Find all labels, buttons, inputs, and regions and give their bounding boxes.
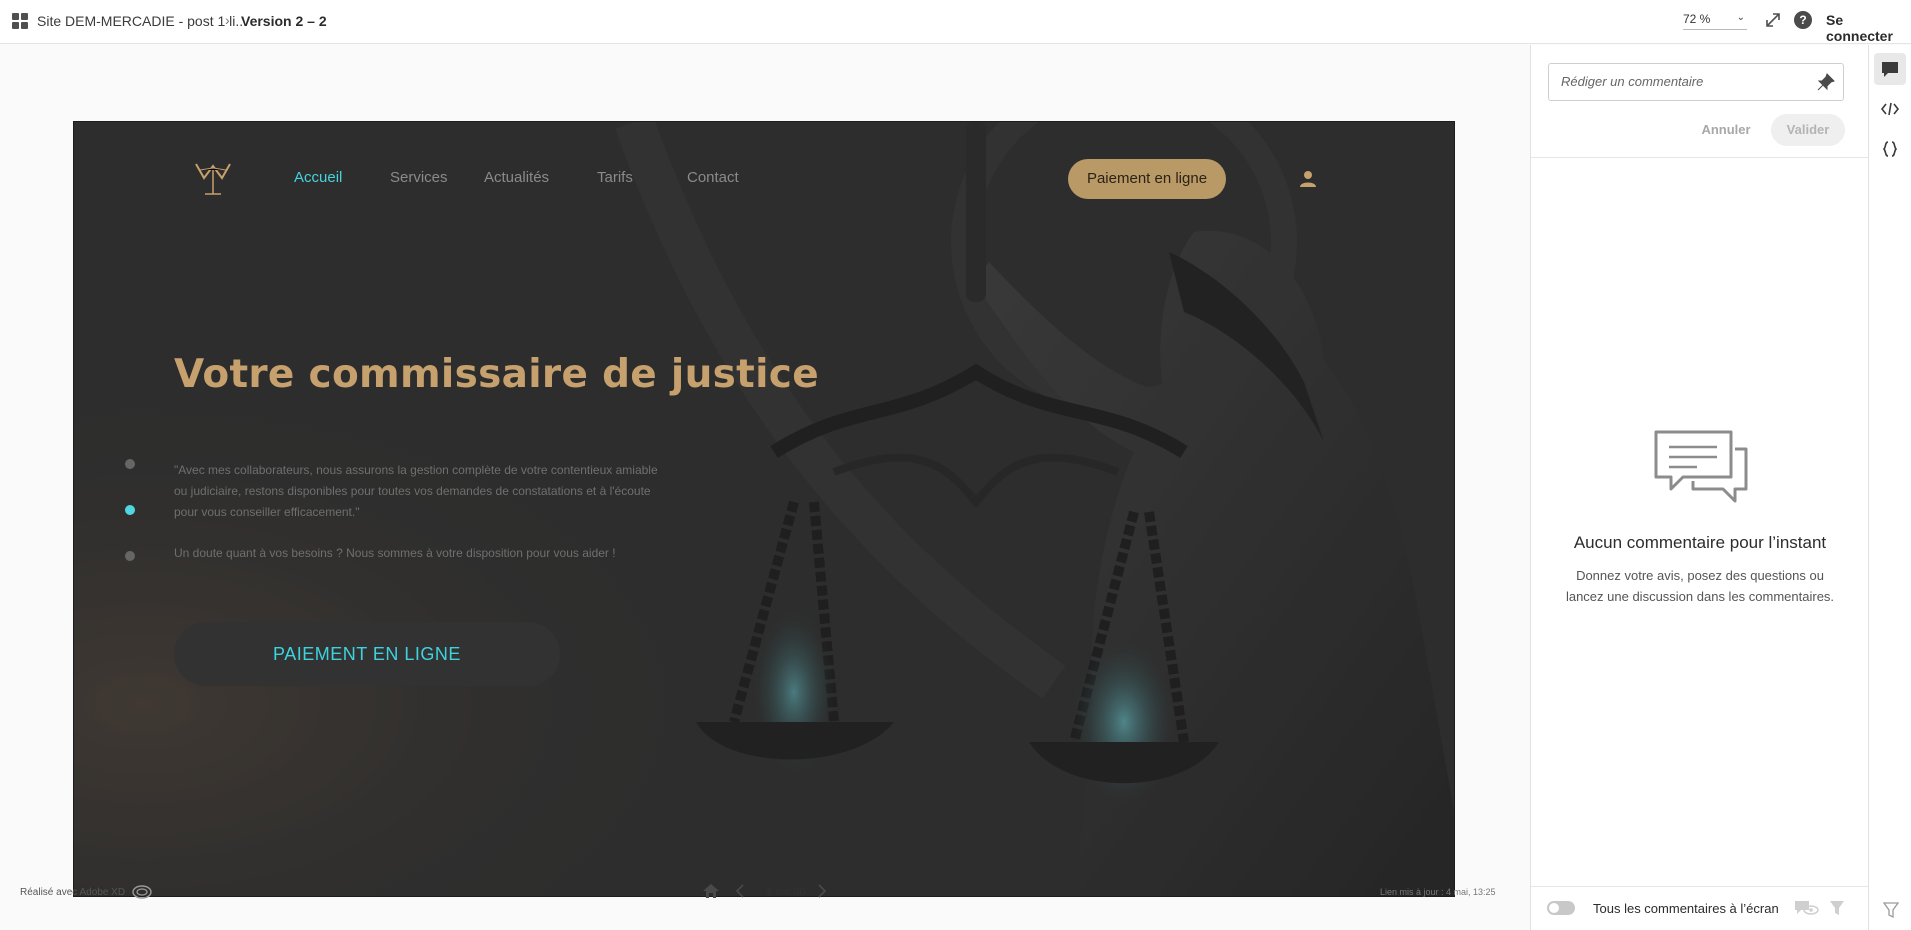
chevron-down-icon: ⌄: [1736, 12, 1745, 23]
nav-item-actualites[interactable]: Actualités: [484, 169, 549, 186]
divider: [1531, 157, 1869, 158]
validate-button[interactable]: Valider: [1771, 114, 1845, 146]
zoom-value: 72 %: [1683, 12, 1711, 26]
comments-panel: Rédiger un commentaire Annuler Valider A…: [1530, 45, 1869, 930]
right-rail: [1868, 45, 1911, 930]
empty-state-title: Aucun commentaire pour l’instant: [1573, 533, 1827, 552]
creative-cloud-icon: [132, 885, 152, 899]
version-label: Version 2 – 2: [241, 13, 327, 29]
toggle-label: Tous les commentaires à l’écran: [1593, 901, 1779, 916]
artboard-home[interactable]: Accueil Services Actualités Tarifs Conta…: [73, 121, 1455, 897]
nav-item-accueil[interactable]: Accueil: [294, 169, 342, 186]
filter-icon[interactable]: [1829, 899, 1845, 917]
comments-footer: Tous les commentaires à l’écran: [1531, 886, 1869, 930]
site-nav: Accueil Services Actualités Tarifs Conta…: [74, 122, 1454, 232]
top-bar: Site DEM-MERCADIE - post 1 li... › Versi…: [0, 0, 1911, 44]
pin-icon[interactable]: [1817, 73, 1835, 91]
comment-icon: [1882, 62, 1898, 77]
hero-quote: "Avec mes collaborateurs, nous assurons …: [174, 463, 658, 519]
slider-dot-1[interactable]: [125, 459, 135, 469]
apps-grid-icon[interactable]: [12, 13, 28, 29]
document-name[interactable]: Site DEM-MERCADIE - post 1 li...: [37, 13, 247, 29]
empty-comments-icon: [1654, 430, 1748, 503]
nav-item-tarifs[interactable]: Tarifs: [597, 169, 633, 186]
page-indicator: 1 sur 30: [766, 886, 806, 898]
breadcrumb-separator: ›: [225, 12, 230, 28]
rail-code-button[interactable]: [1874, 93, 1906, 125]
empty-state-description: Donnez votre avis, posez des questions o…: [1565, 568, 1835, 604]
slider-dot-3[interactable]: [125, 551, 135, 561]
code-icon: [1881, 102, 1899, 116]
rail-specs-button[interactable]: [1874, 133, 1906, 165]
hero-payment-button[interactable]: PAIEMENT EN LIGNE: [174, 622, 560, 686]
nav-item-contact[interactable]: Contact: [687, 169, 739, 186]
help-icon[interactable]: ?: [1794, 11, 1812, 29]
logo-icon[interactable]: [192, 156, 234, 198]
artboard-stage: Accueil Services Actualités Tarifs Conta…: [0, 45, 1530, 897]
filter-icon[interactable]: [1883, 901, 1899, 919]
rail-comments-button[interactable]: [1874, 53, 1906, 85]
adobe-xd-credit[interactable]: Réalisé avec Adobe XD: [20, 887, 125, 898]
nav-item-services[interactable]: Services: [390, 169, 448, 186]
slider-dot-2[interactable]: [125, 505, 135, 515]
cancel-button[interactable]: Annuler: [1691, 114, 1761, 146]
show-all-comments-toggle[interactable]: [1547, 901, 1575, 915]
hide-comments-icon[interactable]: [1793, 899, 1819, 917]
user-icon[interactable]: [1299, 170, 1317, 188]
comment-input-placeholder: Rédiger un commentaire: [1561, 74, 1704, 89]
chevron-left-icon[interactable]: [734, 883, 746, 899]
home-icon[interactable]: [702, 882, 720, 900]
chevron-right-icon[interactable]: [816, 883, 828, 899]
comment-input[interactable]: Rédiger un commentaire: [1548, 63, 1844, 101]
zoom-select[interactable]: 72 % ⌄: [1683, 12, 1747, 30]
braces-icon: [1882, 141, 1898, 157]
fullscreen-icon[interactable]: [1764, 11, 1782, 29]
last-updated: Lien mis à jour : 4 mai, 13:25: [1380, 887, 1496, 897]
hero-title: Votre commissaire de justice: [174, 352, 819, 397]
sign-in-link[interactable]: Se connecter: [1826, 12, 1911, 44]
online-payment-button[interactable]: Paiement en ligne: [1068, 159, 1226, 199]
hero-help-line: Un doute quant à vos besoins ? Nous somm…: [174, 546, 616, 560]
